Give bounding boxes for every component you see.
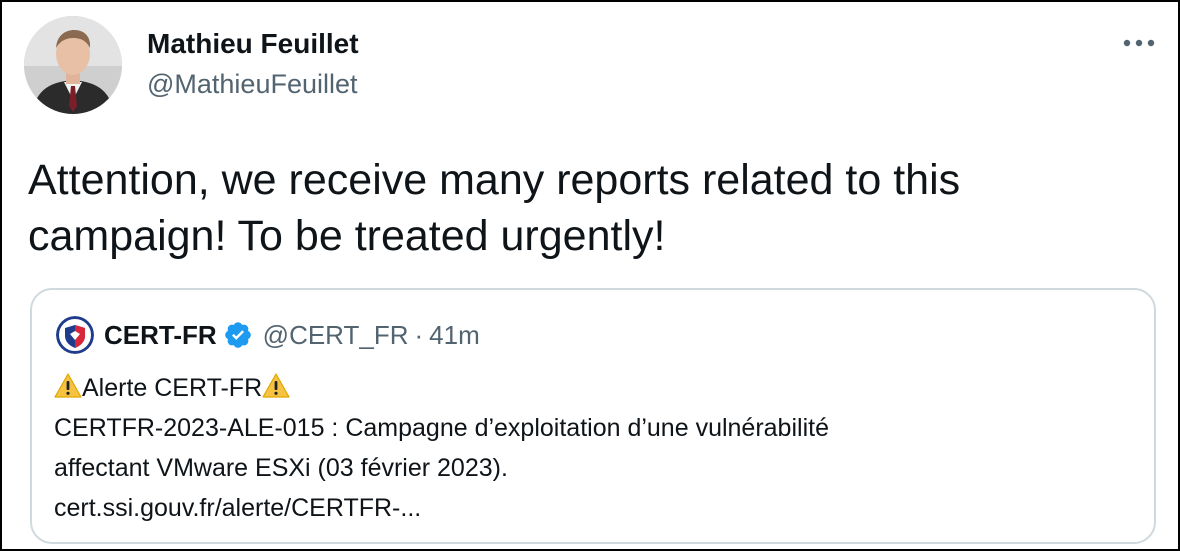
tweet-text: Attention, we receive many reports relat… [28,156,961,260]
quoted-tweet-body: Alerte CERT-FR CERTFR-2023-ALE-015 : Cam… [54,368,1134,528]
warning-icon [262,372,290,400]
author-avatar[interactable] [24,16,122,114]
body-line-1: CERTFR-2023-ALE-015 : Campagne d’exploit… [54,414,829,442]
more-horizontal-icon [1123,39,1155,47]
tweet-card: Mathieu Feuillet @MathieuFeuillet Attent… [0,0,1180,551]
quoted-tweet[interactable]: CERT-FR @CERT_FR · 41m Alerte CERT-FR CE… [30,288,1156,544]
separator-dot: · [414,319,424,350]
quoted-author-name[interactable]: CERT-FR [104,320,217,351]
author-name[interactable]: Mathieu Feuillet [147,28,359,60]
alert-title-line: Alerte CERT-FR [54,368,1134,408]
cert-fr-logo [56,316,94,354]
warning-icon [54,372,82,400]
quoted-tweet-header: CERT-FR @CERT_FR · 41m [56,315,480,355]
author-handle[interactable]: @MathieuFeuillet [147,68,358,100]
more-options-button[interactable] [1120,28,1158,58]
alert-title: Alerte CERT-FR [82,374,263,402]
alert-link[interactable]: cert.ssi.gouv.fr/alerte/CERTFR-... [54,488,1134,528]
body-line-2: affectant VMware ESXi (03 février 2023). [54,454,508,482]
verified-badge-icon [223,320,253,350]
person-photo-avatar [24,16,122,114]
quoted-timestamp[interactable]: 41m [429,320,480,351]
quoted-author-handle[interactable]: @CERT_FR [263,320,409,351]
